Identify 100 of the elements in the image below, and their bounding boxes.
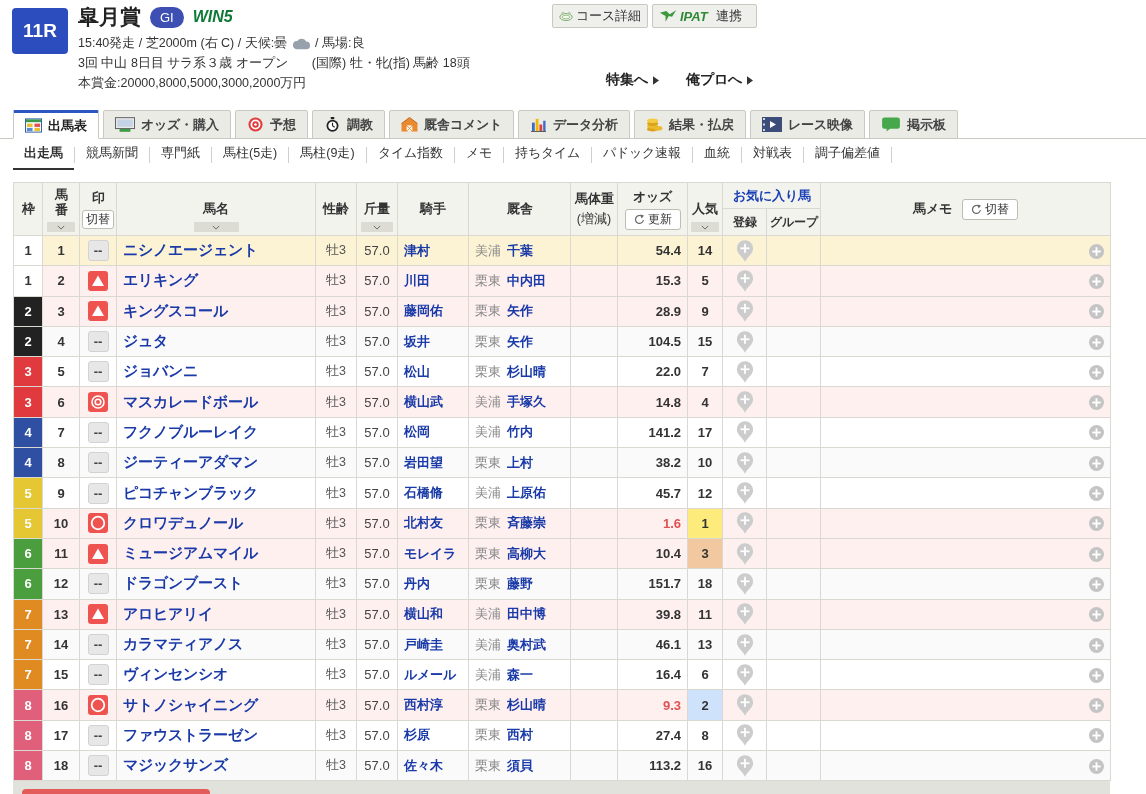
jockey-link[interactable]: 丹内 — [404, 575, 430, 591]
trainer-link[interactable]: 矢作 — [507, 303, 533, 319]
horse-name-link[interactable]: エリキング — [123, 272, 198, 289]
pin-plus-icon[interactable] — [735, 541, 754, 566]
plus-circle-icon[interactable] — [1089, 758, 1104, 774]
pro-link[interactable]: 俺プロへ — [686, 71, 753, 89]
trainer-link[interactable]: 須貝 — [507, 757, 533, 773]
pin-plus-icon[interactable] — [735, 238, 754, 263]
sort-button[interactable] — [193, 222, 239, 232]
trainer-link[interactable]: 藤野 — [507, 575, 533, 591]
plus-circle-icon[interactable] — [1089, 425, 1104, 441]
mark-button[interactable]: -- — [87, 331, 109, 353]
pin-plus-icon[interactable] — [735, 632, 754, 657]
plus-circle-icon[interactable] — [1089, 364, 1104, 380]
tab[interactable]: 出馬表 — [13, 110, 99, 139]
plus-circle-icon[interactable] — [1089, 486, 1104, 502]
trainer-link[interactable]: 田中博 — [507, 606, 546, 622]
tab[interactable]: 厩舎コメント — [389, 110, 514, 139]
plus-circle-icon[interactable] — [1089, 395, 1104, 411]
pin-plus-icon[interactable] — [735, 450, 754, 475]
tab[interactable]: レース映像 — [750, 110, 865, 139]
pin-plus-icon[interactable] — [735, 662, 754, 687]
course-detail-button[interactable]: コース詳細 — [552, 4, 648, 28]
subnav-link[interactable]: 調子偏差値 — [803, 139, 891, 170]
mark-button[interactable]: -- — [87, 634, 109, 655]
pin-plus-icon[interactable] — [735, 511, 754, 536]
jockey-link[interactable]: 坂井 — [404, 333, 430, 349]
plus-circle-icon[interactable] — [1089, 273, 1104, 289]
sort-button[interactable] — [691, 222, 719, 232]
pin-plus-icon[interactable] — [735, 693, 754, 718]
trainer-link[interactable]: 奥村武 — [507, 636, 546, 652]
pin-plus-icon[interactable] — [735, 571, 754, 596]
trainer-link[interactable]: 杉山晴 — [507, 363, 546, 379]
header-button[interactable]: 切替 — [962, 198, 1018, 220]
tab[interactable]: 結果・払戻 — [634, 110, 746, 139]
triangle-mark-icon[interactable] — [88, 301, 108, 322]
tab[interactable]: 予想 — [235, 110, 308, 139]
header-button[interactable]: 切替 — [82, 209, 114, 229]
pin-plus-icon[interactable] — [735, 481, 754, 505]
tab[interactable]: データ分析 — [518, 110, 630, 139]
mark-button[interactable]: -- — [87, 240, 109, 262]
pin-plus-icon[interactable] — [735, 359, 754, 384]
feature-link[interactable]: 特集へ — [606, 71, 659, 89]
triangle-mark-icon[interactable] — [88, 270, 108, 291]
ipat-link-button[interactable]: IPAT 連携 — [652, 4, 757, 28]
subnav-link[interactable]: 対戦表 — [741, 139, 803, 170]
mark-button[interactable]: -- — [87, 724, 109, 746]
subnav-link[interactable]: 競馬新聞 — [75, 139, 149, 170]
plus-circle-icon[interactable] — [1089, 576, 1104, 592]
subnav-link[interactable]: メモ — [454, 139, 503, 170]
plus-circle-icon[interactable] — [1089, 607, 1104, 623]
win5-logo[interactable]: WIN5 — [192, 8, 233, 26]
tab[interactable]: 調教 — [312, 110, 385, 139]
pin-plus-icon[interactable] — [735, 329, 754, 354]
mark-button[interactable]: -- — [87, 755, 109, 777]
plus-circle-icon[interactable] — [1089, 243, 1104, 259]
mark-button[interactable]: -- — [87, 361, 109, 383]
subnav-link[interactable]: 馬柱(9走) — [289, 139, 366, 170]
pin-plus-icon[interactable] — [735, 390, 754, 415]
plus-circle-icon[interactable] — [1089, 667, 1104, 683]
pin-plus-icon[interactable] — [735, 420, 754, 445]
subnav-link[interactable]: 専門紙 — [150, 139, 211, 170]
sort-button[interactable] — [46, 222, 76, 232]
pin-plus-icon[interactable] — [735, 299, 754, 324]
triangle-mark-icon[interactable] — [88, 604, 108, 625]
plus-circle-icon[interactable] — [1089, 728, 1104, 744]
subnav-link[interactable]: パドック速報 — [591, 139, 692, 170]
trainer-link[interactable]: 斉藤崇 — [507, 515, 546, 531]
subnav-link[interactable]: 血統 — [692, 139, 741, 170]
subnav-link[interactable]: タイム指数 — [366, 139, 454, 170]
subnav-link[interactable]: 持ちタイム — [503, 139, 591, 170]
pin-plus-icon[interactable] — [735, 602, 754, 627]
tab[interactable]: オッズ・購入 — [103, 110, 231, 139]
tab[interactable]: 掲示板 — [869, 110, 958, 139]
mark-button[interactable]: -- — [87, 421, 109, 443]
mark-button[interactable]: -- — [87, 482, 109, 504]
horse-name-link[interactable]: ジュタ — [123, 333, 168, 350]
pin-plus-icon[interactable] — [735, 268, 754, 293]
pin-plus-icon[interactable] — [735, 723, 754, 748]
jockey-link[interactable]: 杉原 — [404, 727, 430, 743]
double-circle-mark-icon[interactable] — [88, 392, 108, 413]
jockey-link[interactable]: 川田 — [404, 272, 430, 288]
trainer-link[interactable]: 西村 — [507, 727, 533, 743]
trainer-link[interactable]: 上村 — [507, 454, 533, 470]
header-button[interactable]: 更新 — [624, 208, 681, 230]
triangle-mark-icon[interactable] — [88, 543, 108, 564]
trainer-link[interactable]: 高柳大 — [507, 545, 546, 561]
trainer-link[interactable]: 上原佑 — [507, 485, 546, 500]
trainer-link[interactable]: 森一 — [507, 666, 533, 682]
pin-plus-icon[interactable] — [735, 753, 754, 778]
subnav-link[interactable]: 馬柱(5走) — [212, 139, 289, 170]
jockey-link[interactable]: 松岡 — [404, 424, 430, 440]
trainer-link[interactable]: 中内田 — [507, 272, 546, 288]
trainer-link[interactable]: 矢作 — [507, 333, 533, 349]
mark-button[interactable]: -- — [87, 452, 109, 474]
circle-mark-icon[interactable] — [88, 513, 108, 534]
jockey-link[interactable]: 松山 — [404, 363, 430, 379]
trainer-link[interactable]: 手塚久 — [507, 394, 546, 410]
sort-button[interactable] — [361, 222, 393, 232]
mark-button[interactable]: -- — [87, 573, 109, 595]
